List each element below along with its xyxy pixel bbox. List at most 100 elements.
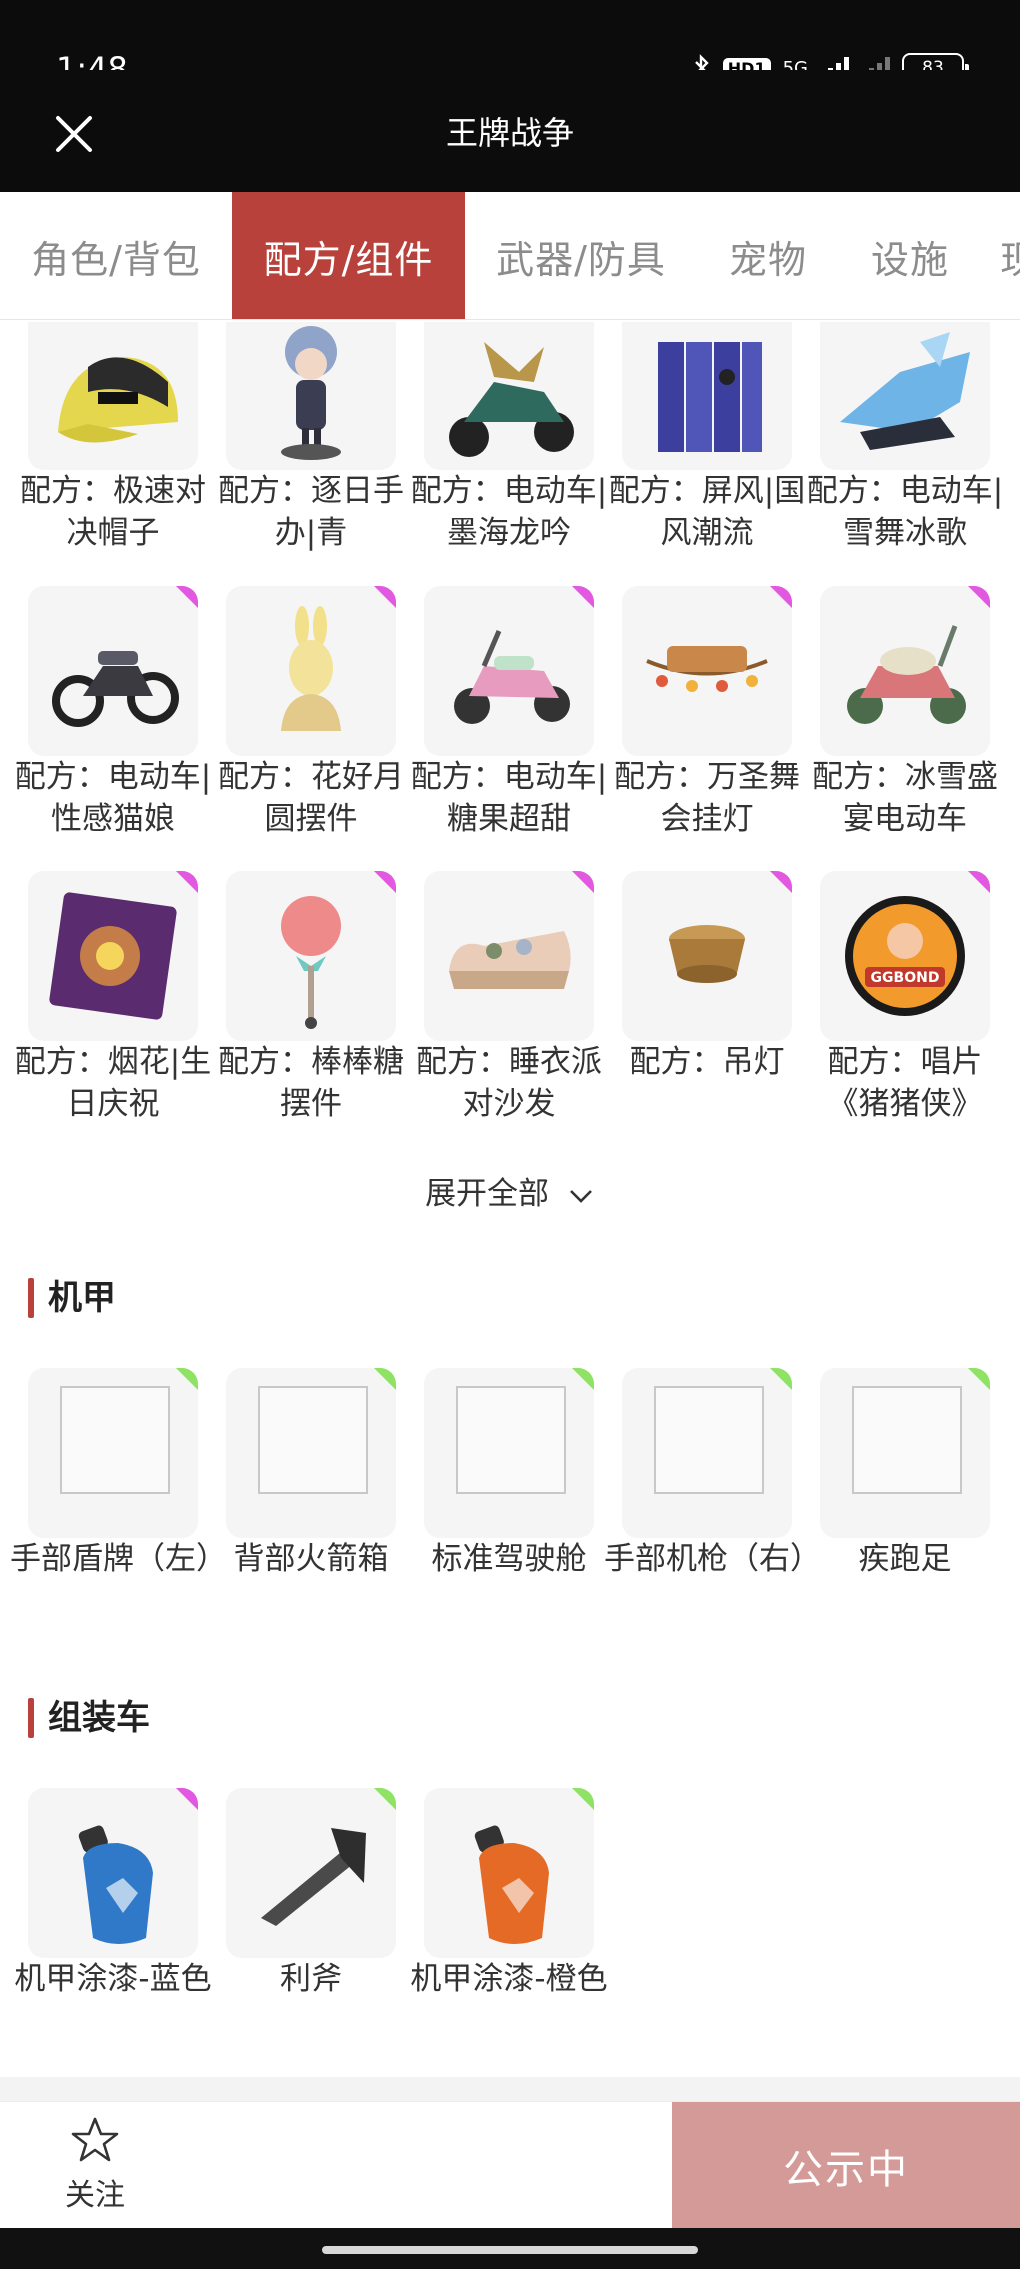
follow-label: 关注 xyxy=(65,2178,125,2213)
rarity-marker xyxy=(176,1368,198,1390)
rarity-marker xyxy=(770,1368,792,1390)
recipe-item[interactable]: 配方：电动车|性感猫娘 xyxy=(15,586,211,846)
recipe-item[interactable]: 配方：冰雪盛宴电动车 xyxy=(812,586,998,846)
recipe-item[interactable]: 配方：屏风|国风潮流 xyxy=(609,322,805,572)
mecha-label: 疾跑足 xyxy=(858,1541,952,1577)
motorcycle-icon xyxy=(52,651,179,727)
publicity-status-button[interactable]: 公示中 xyxy=(672,2102,1020,2229)
folding-screen-icon xyxy=(658,342,762,452)
rarity-marker xyxy=(572,871,594,893)
rarity-marker xyxy=(968,1368,990,1390)
mecha-grid: 手部盾牌（左） 背部火箭箱 标准驾驶舱 手部机枪（右） 疾跑足 xyxy=(10,1368,1008,1628)
section-title-mecha: 机甲 xyxy=(28,1276,116,1320)
mecha-label: 背部火箭箱 xyxy=(233,1541,389,1577)
rarity-marker xyxy=(770,871,792,893)
recipe-grid: 配方：极速对决帽子 配方：逐日手办|青 配方：电动车|墨海龙吟 配方：屏风|国风… xyxy=(15,322,1008,1142)
speed-cap-icon xyxy=(58,357,178,443)
recipe-label: 配方：电动车|墨海龙吟 xyxy=(410,473,608,551)
recipe-item[interactable]: 配方：棒棒糖摆件 xyxy=(218,871,404,1131)
recipe-item[interactable]: 配方：花好月圆摆件 xyxy=(218,586,404,846)
vehicle-item[interactable]: 机甲涂漆-橙色 xyxy=(410,1788,608,2048)
broken-image-icon xyxy=(654,1386,764,1494)
candy-scooter-icon xyxy=(454,630,570,724)
recipe-item[interactable]: 配方：烟花|生日庆祝 xyxy=(15,871,211,1131)
rarity-marker xyxy=(770,586,792,608)
recipe-label: 配方：唱片《猪猪侠》 xyxy=(827,1044,983,1122)
record-icon: GGBOND xyxy=(845,896,965,1016)
recipe-item[interactable]: 配方：电动车|雪舞冰歌 xyxy=(807,322,1003,572)
rabbit-ornament-icon xyxy=(281,606,341,731)
blue-paint-can-icon xyxy=(78,1825,153,1944)
recipe-label: 配方：烟花|生日庆祝 xyxy=(14,1044,212,1122)
tab-facilities[interactable]: 设施 xyxy=(839,192,981,319)
follow-button[interactable]: 关注 xyxy=(40,2116,150,2216)
recipe-label: 配方：屏风|国风潮流 xyxy=(608,473,806,551)
home-indicator[interactable] xyxy=(322,2246,698,2254)
chevron-down-icon xyxy=(570,1189,592,1203)
mecha-item[interactable]: 背部火箭箱 xyxy=(226,1368,396,1628)
recipe-item[interactable]: 配方：极速对决帽子 xyxy=(20,322,206,572)
mecha-item[interactable]: 标准驾驶舱 xyxy=(424,1368,594,1628)
rarity-marker xyxy=(572,1368,594,1390)
mecha-item[interactable]: 疾跑足 xyxy=(820,1368,990,1628)
recipe-item[interactable]: 配方：吊灯 xyxy=(622,871,792,1131)
recipe-item[interactable]: 配方：电动车|糖果超甜 xyxy=(411,586,607,846)
halloween-lights-icon xyxy=(646,646,768,692)
recipe-label: 配方：电动车|糖果超甜 xyxy=(410,759,608,837)
sofa-icon xyxy=(449,931,571,989)
recipe-item[interactable]: 配方：万圣舞会挂灯 xyxy=(614,586,800,846)
section-title-vehicle: 组装车 xyxy=(28,1696,150,1740)
fireworks-icon xyxy=(49,892,177,1020)
tab-weapons-armor[interactable]: 武器/防具 xyxy=(465,192,697,319)
orange-paint-can-icon xyxy=(474,1825,549,1944)
mecha-label: 手部盾牌（左） xyxy=(10,1541,227,1577)
vehicle-label: 利斧 xyxy=(280,1961,342,1997)
recipe-label: 配方：睡衣派对沙发 xyxy=(416,1044,602,1122)
recipe-label: 配方：电动车|雪舞冰歌 xyxy=(806,473,1004,551)
snow-scooter-icon xyxy=(847,625,966,724)
mecha-item[interactable]: 手部机枪（右） xyxy=(604,1368,821,1628)
broken-image-icon xyxy=(60,1386,170,1494)
figurine-icon xyxy=(281,326,341,460)
mecha-label: 手部机枪（右） xyxy=(604,1541,821,1577)
tab-recipes-components[interactable]: 配方/组件 xyxy=(232,192,465,319)
tab-role-backpack[interactable]: 角色/背包 xyxy=(0,192,232,319)
recipe-label: 配方：逐日手办|青 xyxy=(218,473,404,551)
rarity-marker xyxy=(374,1368,396,1390)
expand-all-label: 展开全部 xyxy=(425,1176,550,1212)
rarity-marker xyxy=(572,1788,594,1810)
recipe-label: 配方：极速对决帽子 xyxy=(20,473,206,551)
recipe-label: 配方：棒棒糖摆件 xyxy=(218,1044,404,1122)
dragon-scooter-icon xyxy=(449,342,574,457)
expand-all-button[interactable]: 展开全部 xyxy=(0,1168,1020,1213)
tab-more[interactable]: 现 xyxy=(1000,192,1020,319)
tab-pets[interactable]: 宠物 xyxy=(697,192,839,319)
pendant-lamp-icon xyxy=(669,925,745,983)
vehicle-item[interactable]: 机甲涂漆-蓝色 xyxy=(14,1788,212,2048)
vehicle-item[interactable]: 利斧 xyxy=(226,1788,396,2048)
mecha-item[interactable]: 手部盾牌（左） xyxy=(10,1368,227,1628)
broken-image-icon xyxy=(852,1386,962,1494)
recipe-item[interactable]: GGBOND 配方：唱片《猪猪侠》 xyxy=(820,871,990,1131)
rarity-marker xyxy=(572,586,594,608)
broken-image-icon xyxy=(456,1386,566,1494)
recipe-label: 配方：花好月圆摆件 xyxy=(218,759,404,837)
vehicle-grid: 机甲涂漆-蓝色 利斧 机甲涂漆-橙色 xyxy=(14,1788,1008,2048)
ice-scooter-icon xyxy=(840,332,970,450)
divider-band xyxy=(0,2077,1020,2101)
recipe-label: 配方：电动车|性感猫娘 xyxy=(14,759,212,837)
recipe-item[interactable]: 配方：睡衣派对沙发 xyxy=(416,871,602,1131)
page-title: 王牌战争 xyxy=(445,114,574,152)
recipe-label: 配方：万圣舞会挂灯 xyxy=(614,759,800,837)
rarity-marker xyxy=(176,586,198,608)
vehicle-label: 机甲涂漆-橙色 xyxy=(410,1961,608,1997)
record-text: GGBOND xyxy=(871,970,940,986)
rarity-marker xyxy=(968,871,990,893)
recipe-item[interactable]: 配方：逐日手办|青 xyxy=(218,322,404,572)
axe-icon xyxy=(261,1828,366,1926)
rarity-marker xyxy=(176,871,198,893)
broken-image-icon xyxy=(258,1386,368,1494)
status-bar: 1:48 HD1 5G 83 xyxy=(0,0,1020,88)
vehicle-label: 机甲涂漆-蓝色 xyxy=(14,1961,212,1997)
recipe-item[interactable]: 配方：电动车|墨海龙吟 xyxy=(411,322,607,572)
